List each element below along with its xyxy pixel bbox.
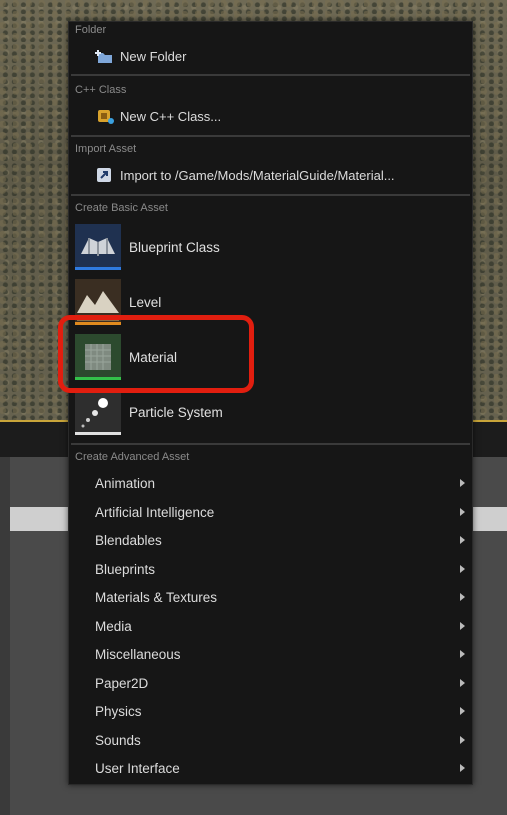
section-header-advanced: Create Advanced Asset (75, 451, 190, 463)
submenu-sounds[interactable]: Sounds (95, 726, 465, 754)
submenu-arrow-icon (460, 565, 465, 573)
submenu-user-interface[interactable]: User Interface (95, 754, 465, 782)
submenu-blueprints[interactable]: Blueprints (95, 555, 465, 583)
submenu-label: User Interface (95, 760, 180, 776)
import-asset-label: Import to /Game/Mods/MaterialGuide/Mater… (120, 167, 395, 183)
particle-system-item[interactable]: Particle System (75, 387, 465, 437)
new-folder-label: New Folder (120, 48, 187, 64)
separator (71, 443, 470, 445)
section-header-basic: Create Basic Asset (75, 202, 168, 214)
submenu-media[interactable]: Media (95, 612, 465, 640)
separator (71, 194, 470, 196)
new-cpp-class-label: New C++ Class... (120, 108, 222, 124)
submenu-label: Miscellaneous (95, 646, 181, 662)
cpp-class-icon (95, 107, 115, 125)
submenu-arrow-icon (460, 736, 465, 744)
section-header-folder: Folder (75, 24, 107, 36)
particle-system-icon (75, 389, 121, 435)
submenu-paper2d[interactable]: Paper2D (95, 669, 465, 697)
submenu-label: Materials & Textures (95, 589, 218, 605)
submenu-arrow-icon (460, 764, 465, 772)
submenu-miscellaneous[interactable]: Miscellaneous (95, 640, 465, 668)
submenu-arrow-icon (460, 479, 465, 487)
submenu-animation[interactable]: Animation (95, 469, 465, 497)
submenu-arrow-icon (460, 622, 465, 630)
submenu-arrow-icon (460, 707, 465, 715)
submenu-arrow-icon (460, 536, 465, 544)
section-header-cpp: C++ Class (75, 84, 127, 96)
submenu-arrow-icon (460, 679, 465, 687)
separator (71, 135, 470, 137)
submenu-label: Animation (95, 475, 156, 491)
submenu-arrow-icon (460, 650, 465, 658)
separator (71, 74, 470, 76)
submenu-physics[interactable]: Physics (95, 697, 465, 725)
submenu-blendables[interactable]: Blendables (95, 526, 465, 554)
blueprint-icon (75, 224, 121, 270)
material-highlight-box (58, 315, 254, 393)
submenu-materials-textures[interactable]: Materials & Textures (95, 583, 465, 611)
blueprint-color-bar (75, 267, 121, 270)
submenu-label: Sounds (95, 732, 141, 748)
section-header-import: Import Asset (75, 143, 137, 155)
submenu-label: Blendables (95, 532, 162, 548)
submenu-label: Artificial Intelligence (95, 504, 215, 520)
submenu-arrow-icon (460, 593, 465, 601)
new-cpp-class-item[interactable]: New C++ Class... (95, 105, 221, 127)
content-browser-edge (0, 457, 10, 815)
create-asset-context-menu: Folder New Folder C++ Class New C++ Clas… (68, 21, 473, 785)
blueprint-class-item[interactable]: Blueprint Class (75, 222, 465, 272)
particle-system-color-bar (75, 432, 121, 435)
submenu-label: Paper2D (95, 675, 149, 691)
new-folder-item[interactable]: New Folder (95, 45, 186, 67)
submenu-label: Media (95, 618, 132, 634)
submenu-arrow-icon (460, 508, 465, 516)
particle-system-label: Particle System (129, 404, 223, 420)
import-asset-item[interactable]: Import to /Game/Mods/MaterialGuide/Mater… (95, 164, 395, 186)
import-icon (95, 166, 115, 184)
submenu-artificial-intelligence[interactable]: Artificial Intelligence (95, 498, 465, 526)
submenu-label: Physics (95, 703, 142, 719)
new-folder-icon (95, 47, 115, 65)
level-label: Level (129, 294, 162, 310)
blueprint-class-label: Blueprint Class (129, 239, 220, 255)
submenu-label: Blueprints (95, 561, 156, 577)
